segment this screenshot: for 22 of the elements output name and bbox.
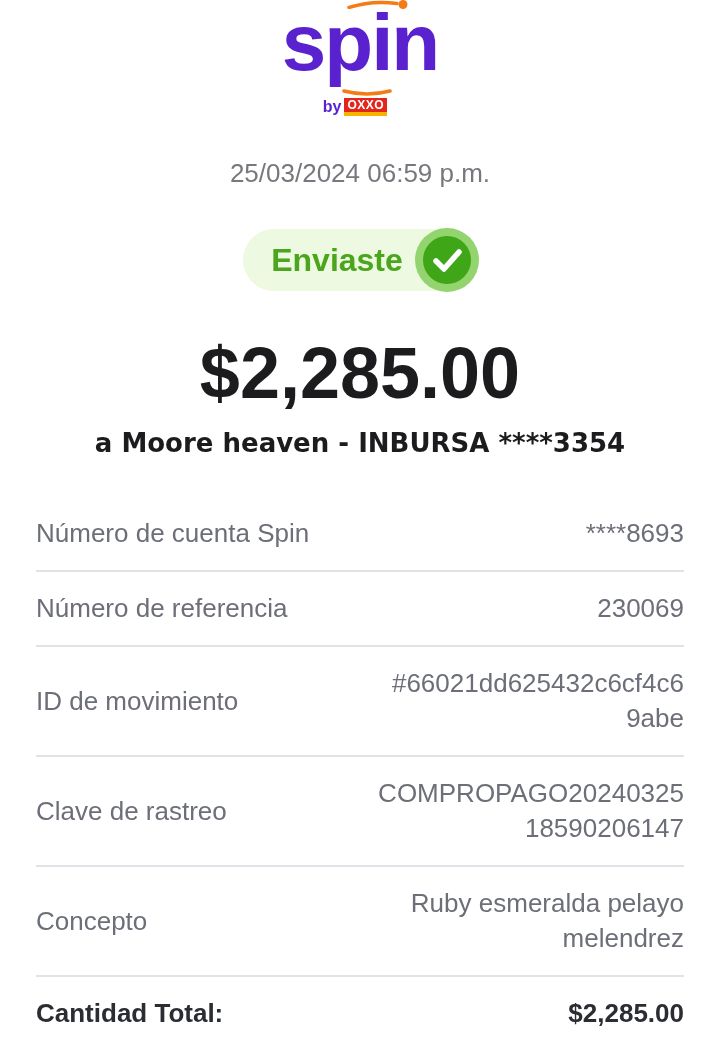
partner-logo: OXXO (344, 98, 388, 116)
amount: $2,285.00 (199, 333, 521, 413)
detail-label: Número de cuenta Spin (36, 517, 310, 550)
logo-swoosh-drawing (341, 89, 393, 96)
detail-value: 230069 (597, 592, 684, 625)
detail-value: ****8693 (585, 517, 684, 550)
detail-label: Clave de rastreo (36, 794, 227, 828)
detail-value: Ruby esmeralda pelayo melendrez (410, 887, 684, 955)
check-icon (414, 228, 479, 292)
logo-by-text: by (322, 98, 342, 116)
detail-label: Concepto (36, 904, 148, 938)
detail-value: #66021dd625432c6cf4c6 9abe (391, 667, 684, 735)
total-label: Cantidad Total: (36, 997, 224, 1030)
logo-arc-drawing (346, 0, 410, 9)
status-label: Enviaste (271, 241, 403, 280)
detail-label: ID de movimiento (36, 684, 239, 718)
transaction-date: 25/03/2024 06:59 p.m. (229, 157, 491, 189)
logo-wordmark: spin (281, 9, 439, 89)
detail-value: COMPROPAGO20240325 18590206147 (378, 777, 684, 845)
recipient: a Moore heaven - INBURSA ****3354 (94, 427, 626, 460)
detail-label: Número de referencia (36, 592, 288, 625)
total-value: $2,285.00 (568, 997, 684, 1030)
